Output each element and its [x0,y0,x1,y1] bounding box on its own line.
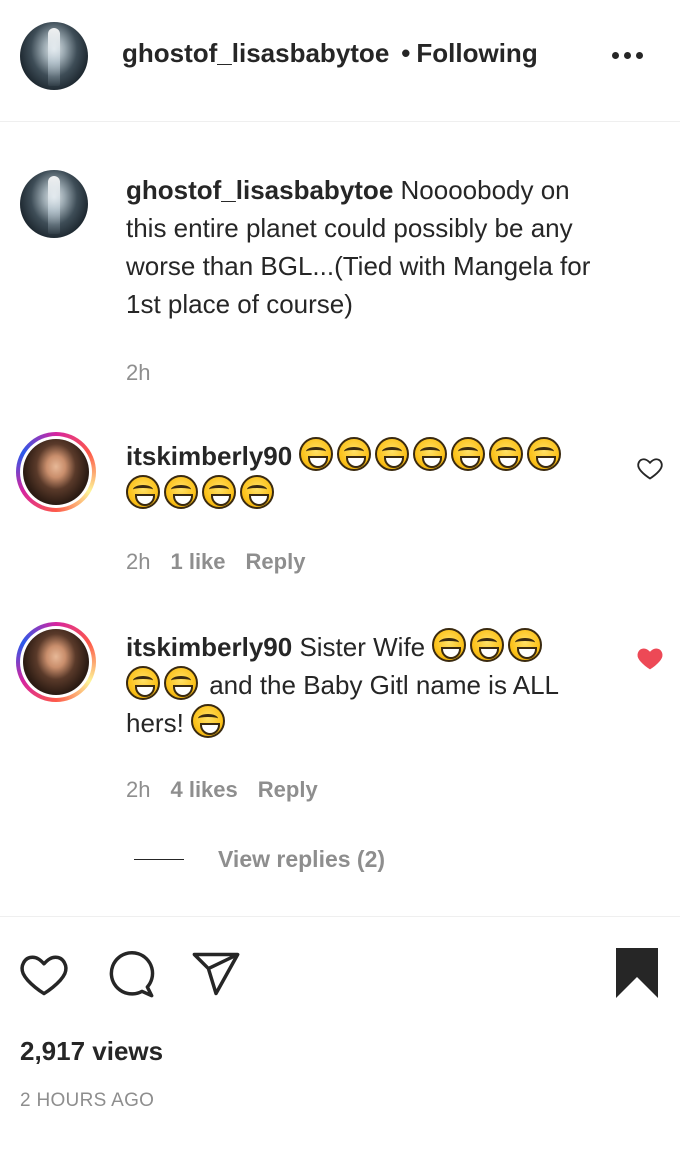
emoji-face-with-tears-of-joy [337,437,372,471]
emoji-face-with-tears-of-joy [126,666,160,700]
comment-2-text-part2: and the Baby Gitl name is ALL [202,670,559,700]
post-header: ghostof_lisasbabytoe • Following [0,0,680,122]
post-timestamp[interactable]: 2 HOURS AGO [20,1090,154,1112]
emoji-face-with-tears-of-joy [527,437,562,471]
more-horizontal-icon[interactable] [612,52,652,62]
commenter-avatar[interactable] [16,622,96,702]
comment-2-liked-heart-icon[interactable] [636,644,664,672]
more-dot [612,52,619,59]
caption-text: ghostof_lisasbabytoe Noooobody on this e… [126,171,666,323]
caption-line-3: worse than BGL...(Tied with Mangela for [126,251,591,281]
emoji-face-with-tears-of-joy [240,475,274,509]
comment-bubble-icon[interactable] [104,948,156,1000]
comment-2-reply-button[interactable]: Reply [258,777,318,802]
comment-1-line-1: itskimberly90 [126,437,606,475]
avatar-photo [23,629,89,695]
commenter-avatar[interactable] [16,432,96,512]
author-avatar[interactable] [20,22,88,90]
emoji-face-with-tears-of-joy [164,475,198,509]
following-button[interactable]: Following [416,38,537,68]
comment-2-line-2: and the Baby Gitl name is ALL [126,666,606,704]
avatar-ring-inner [20,436,92,508]
emoji-face-with-tears-of-joy [375,437,410,471]
avatar-ring-inner [20,626,92,698]
comment-2-text: itskimberly90 Sister Wife and the Baby G… [126,628,606,742]
emoji-row-1 [299,437,565,471]
emoji-face-with-tears-of-joy [299,437,334,471]
heart-outline-icon[interactable] [18,948,70,998]
comment-2-line-1: itskimberly90 Sister Wife [126,628,606,666]
comment-2-time[interactable]: 2h [126,777,150,802]
emoji-face-with-tears-of-joy [508,628,543,662]
header-username-line: ghostof_lisasbabytoe • Following [122,38,538,69]
avatar-photo [23,439,89,505]
caption-time[interactable]: 2h [126,360,150,386]
caption-line-4: 1st place of course) [126,289,353,319]
avatar-image [48,28,60,86]
caption-avatar[interactable] [20,170,88,238]
comment-1-meta: 2h 1 like Reply [126,549,305,575]
avatar-image [48,176,60,234]
emoji-face-with-tears-of-joy [164,666,198,700]
emoji-face-with-tears-of-joy [126,475,160,509]
bookmark-filled-icon[interactable] [614,946,660,1000]
comment-1-text: itskimberly90 [126,437,606,513]
views-count[interactable]: 2,917 views [20,1036,163,1067]
replies-divider [134,859,184,860]
emoji-face-with-tears-of-joy [451,437,486,471]
comment-2-likes[interactable]: 4 likes [170,777,237,802]
emoji-face-with-tears-of-joy [191,704,226,738]
comment-1-username[interactable]: itskimberly90 [126,441,292,471]
comment-2-meta: 2h 4 likes Reply [126,777,318,803]
caption-line-1: ghostof_lisasbabytoe Noooobody on [126,171,666,209]
comment-1-like-heart-icon[interactable] [636,454,664,482]
more-dot [624,52,631,59]
emoji-face-with-tears-of-joy [470,628,505,662]
header-username[interactable]: ghostof_lisasbabytoe [122,38,389,68]
comment-2-line-3: hers! [126,704,606,742]
comment-1-line-2 [126,475,606,513]
comment-1-likes[interactable]: 1 like [170,549,225,574]
caption-line-2: this entire planet could possibly be any [126,213,573,243]
caption-text-line1: Noooobody on [393,175,570,205]
action-bar-divider [0,916,680,917]
emoji-face-with-tears-of-joy [489,437,524,471]
comment-2-text-part1: Sister Wife [292,632,433,662]
emoji-face-with-tears-of-joy [202,475,236,509]
caption-username[interactable]: ghostof_lisasbabytoe [126,175,393,205]
more-dot [636,52,643,59]
paper-plane-icon[interactable] [190,948,242,1000]
comment-1-reply-button[interactable]: Reply [246,549,306,574]
comment-2-text-part3: hers! [126,708,192,738]
comment-2-username[interactable]: itskimberly90 [126,632,292,662]
view-replies-button[interactable]: View replies (2) [218,846,385,873]
emoji-row-2 [126,475,278,509]
emoji-face-with-tears-of-joy [413,437,448,471]
emoji-face-with-tears-of-joy [432,628,467,662]
comment-1-time[interactable]: 2h [126,549,150,574]
separator-dot: • [401,38,411,68]
